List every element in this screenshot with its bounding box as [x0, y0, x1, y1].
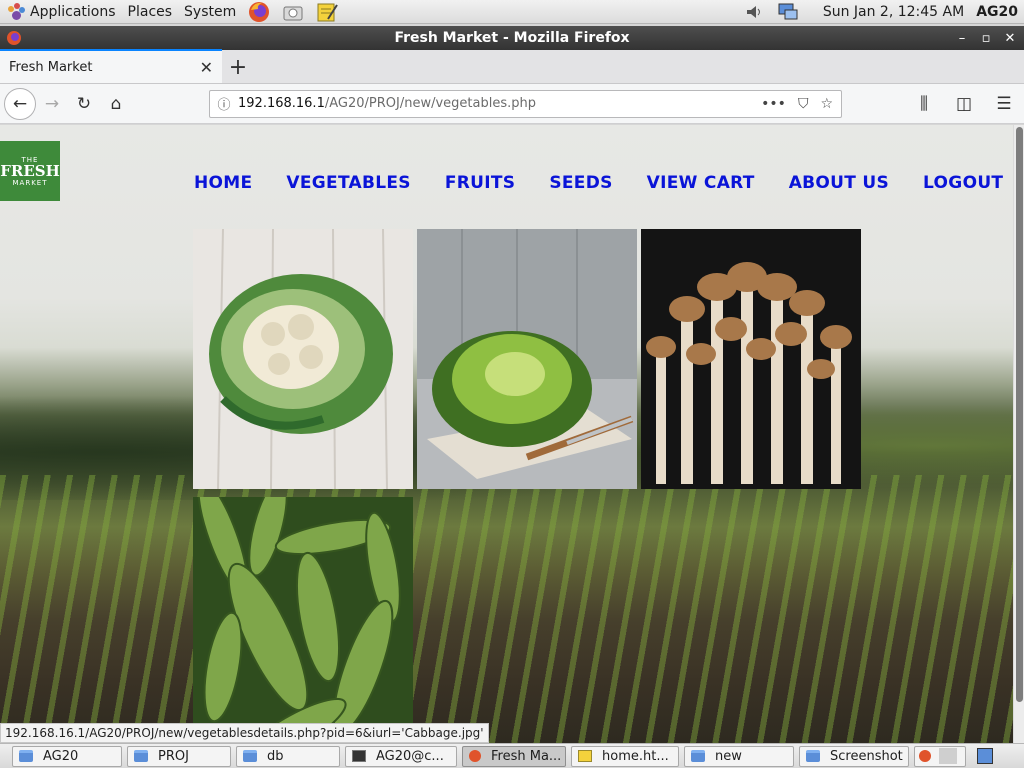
cucumber-image — [193, 497, 413, 743]
system-menu[interactable]: System — [178, 0, 242, 24]
camera-icon — [283, 6, 303, 20]
task-firefox[interactable]: Fresh Ma... — [462, 745, 566, 767]
product-cauliflower[interactable] — [193, 229, 413, 489]
info-icon[interactable]: ⓘ — [210, 94, 238, 113]
task-db[interactable]: db — [236, 745, 340, 767]
bookmark-star-icon[interactable]: ☆ — [820, 96, 833, 112]
firefox-icon — [249, 1, 270, 22]
navigation-toolbar: ← → ↻ ⌂ ⓘ 192.168.16.1/AG20/PROJ/new/veg… — [0, 84, 1024, 124]
applications-label: Applications — [30, 3, 116, 20]
nav-seeds[interactable]: SEEDS — [549, 173, 612, 193]
window-title: Fresh Market - Mozilla Firefox — [394, 30, 630, 46]
task-proj[interactable]: PROJ — [127, 745, 231, 767]
maximize-icon[interactable]: ▫ — [976, 31, 996, 46]
firefox-icon — [469, 750, 481, 762]
task-ag20[interactable]: AG20 — [12, 745, 122, 767]
forward-arrow-icon[interactable]: → — [36, 88, 68, 120]
page-scrollbar[interactable] — [1013, 125, 1024, 743]
nav-fruits[interactable]: FRUITS — [445, 173, 515, 193]
close-window-icon[interactable]: ✕ — [1000, 31, 1020, 46]
url-bar[interactable]: ⓘ 192.168.16.1/AG20/PROJ/new/vegetables.… — [209, 89, 842, 118]
folder-icon — [806, 750, 820, 762]
folder-icon — [19, 750, 33, 762]
reload-icon[interactable]: ↻ — [68, 88, 100, 120]
nav-about-us[interactable]: ABOUT US — [789, 173, 889, 193]
applications-menu[interactable]: Applications — [0, 0, 122, 24]
url-host: 192.168.16.1 — [238, 96, 325, 111]
page-actions-icon[interactable]: ••• — [761, 96, 786, 112]
trash-icon[interactable] — [977, 748, 993, 764]
clock[interactable]: Sun Jan 2, 12:45 AM — [823, 4, 964, 20]
volume-icon[interactable] — [742, 1, 766, 23]
text-editor-launcher[interactable] — [315, 1, 339, 23]
screenshot-launcher[interactable] — [281, 1, 305, 23]
nav-logout[interactable]: LOGOUT — [923, 173, 1003, 193]
system-label: System — [184, 3, 237, 20]
task-label: db — [267, 748, 284, 764]
close-tab-icon[interactable]: ✕ — [200, 58, 213, 77]
pocket-icon[interactable]: ⛉ — [798, 96, 809, 112]
logo-market: MARKET — [12, 178, 48, 187]
note-pencil-icon — [317, 3, 339, 21]
task-label: PROJ — [158, 748, 189, 764]
workspace-2 — [939, 748, 957, 764]
task-label: Fresh Ma... — [491, 748, 562, 764]
cauliflower-image — [193, 229, 413, 489]
task-terminal[interactable]: AG20@c... — [345, 745, 457, 767]
sidebar-icon[interactable]: ◫ — [948, 88, 980, 120]
cabbage-image — [417, 229, 637, 489]
task-text-editor[interactable]: home.ht... — [571, 745, 679, 767]
page-viewport: THE FRESH MARKET HOME VEGETABLES FRUITS … — [0, 125, 1013, 743]
product-cabbage[interactable] — [417, 229, 637, 489]
workspace-1-firefox-icon — [919, 750, 931, 762]
back-arrow-icon[interactable]: ← — [4, 87, 36, 120]
text-editor-icon — [578, 750, 592, 762]
nav-home[interactable]: HOME — [194, 173, 252, 193]
task-new[interactable]: new — [684, 745, 794, 767]
nav-vegetables[interactable]: VEGETABLES — [286, 173, 410, 193]
task-label: AG20 — [43, 748, 79, 764]
top-panel: Applications Places System Sun Jan 2, 12… — [0, 0, 1024, 24]
minimize-icon[interactable]: – — [952, 31, 972, 46]
site-logo[interactable]: THE FRESH MARKET — [0, 141, 60, 201]
product-cucumber[interactable] — [193, 497, 413, 743]
link-status-popup: 192.168.16.1/AG20/PROJ/new/vegetablesdet… — [0, 723, 489, 743]
folder-icon — [134, 750, 148, 762]
task-label: Screenshot — [830, 748, 903, 764]
product-mushrooms[interactable] — [641, 229, 861, 489]
workspace-switcher[interactable] — [914, 745, 966, 767]
network-icon[interactable] — [776, 1, 800, 23]
bottom-taskbar: AG20 PROJ db AG20@c... Fresh Ma... home.… — [0, 743, 1024, 768]
logo-fresh: FRESH — [0, 161, 60, 180]
site-navigation: HOME VEGETABLES FRUITS SEEDS VIEW CART A… — [194, 173, 1003, 193]
user-name[interactable]: AG20 — [976, 4, 1018, 20]
mushrooms-image — [641, 229, 861, 489]
firefox-launcher[interactable] — [247, 1, 271, 23]
tab-fresh-market[interactable]: Fresh Market ✕ — [0, 49, 222, 83]
gnome-foot-icon — [6, 2, 26, 22]
folder-icon — [691, 750, 705, 762]
url-path: /AG20/PROJ/new/vegetables.php — [324, 96, 536, 111]
places-label: Places — [127, 3, 173, 20]
task-label: new — [715, 748, 742, 764]
folder-icon — [243, 750, 257, 762]
places-menu[interactable]: Places — [122, 0, 179, 24]
window-titlebar[interactable]: Fresh Market - Mozilla Firefox – ▫ ✕ — [0, 26, 1024, 50]
home-icon[interactable]: ⌂ — [100, 88, 132, 120]
terminal-icon — [352, 750, 366, 762]
task-label: home.ht... — [602, 748, 669, 764]
nav-view-cart[interactable]: VIEW CART — [647, 173, 755, 193]
scrollbar-thumb[interactable] — [1016, 127, 1023, 702]
task-label: AG20@c... — [376, 748, 444, 764]
new-tab-icon[interactable]: + — [222, 51, 254, 83]
tab-strip: Fresh Market ✕ + — [0, 49, 1024, 84]
hamburger-menu-icon[interactable]: ☰ — [988, 88, 1020, 120]
task-screenshot[interactable]: Screenshot — [799, 745, 909, 767]
tab-title: Fresh Market — [9, 59, 93, 75]
library-icon[interactable]: ⫼ — [908, 88, 940, 120]
